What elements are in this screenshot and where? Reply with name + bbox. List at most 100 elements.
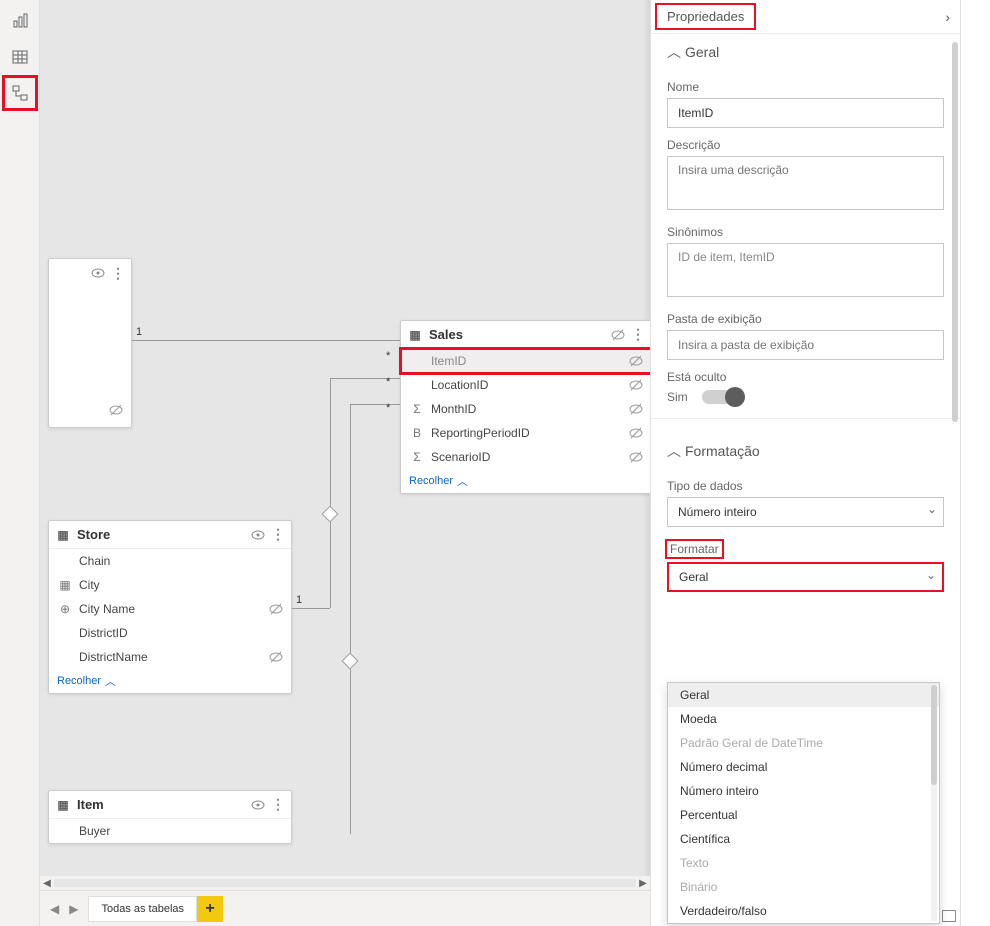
label-name: Nome xyxy=(667,80,944,94)
hidden-toggle[interactable] xyxy=(702,390,742,404)
format-option[interactable]: Verdadeiro/falso xyxy=(668,899,939,923)
visible-icon[interactable] xyxy=(91,266,105,280)
format-dropdown: GeralMoedaPadrão Geral de DateTimeNúmero… xyxy=(667,682,940,924)
label-folder: Pasta de exibição xyxy=(667,312,944,326)
format-option: Padrão Geral de DateTime xyxy=(668,731,939,755)
hidden-icon[interactable] xyxy=(629,426,643,440)
field-name: LocationID xyxy=(431,378,488,392)
resize-icon[interactable] xyxy=(942,910,956,922)
synonyms-field[interactable] xyxy=(667,243,944,297)
horizontal-scrollbar[interactable]: ◀ ▶ xyxy=(40,876,650,890)
format-option[interactable]: Percentual xyxy=(668,803,939,827)
relationship-line[interactable] xyxy=(292,608,330,609)
hidden-yes-label: Sim xyxy=(667,390,688,404)
label-syn: Sinônimos xyxy=(667,225,944,239)
field-name: Chain xyxy=(79,554,110,568)
field-row[interactable]: DistrictID xyxy=(49,621,291,645)
relationship-line[interactable] xyxy=(350,404,400,405)
fields-pane-collapsed[interactable] xyxy=(960,0,990,926)
format-option[interactable]: Moeda xyxy=(668,707,939,731)
model-canvas[interactable]: ⋮ ▦ Sales ⋮ ItemIDLocationIDΣMonthIDBRep… xyxy=(40,0,650,926)
field-type-icon: B xyxy=(409,426,425,440)
field-type-icon: ▦ xyxy=(57,578,73,592)
relationship-line[interactable] xyxy=(330,378,331,608)
scroll-left-icon[interactable]: ◀ xyxy=(40,878,54,889)
label-format: Formatar xyxy=(667,541,722,557)
display-folder-field[interactable] xyxy=(667,330,944,360)
section-general[interactable]: ︿Geral xyxy=(667,34,944,70)
tab-all-tables[interactable]: Todas as tabelas xyxy=(88,896,197,922)
field-name: City xyxy=(79,578,100,592)
format-option[interactable]: Número inteiro xyxy=(668,779,939,803)
format-option[interactable]: Científica xyxy=(668,827,939,851)
filter-direction-icon xyxy=(322,506,339,523)
hidden-icon[interactable] xyxy=(629,378,643,392)
table-title: Item xyxy=(77,797,104,812)
format-select[interactable]: Geral⌄ xyxy=(667,562,944,592)
hidden-icon[interactable] xyxy=(109,403,123,417)
field-row[interactable]: Buyer xyxy=(49,819,291,843)
collapse-link[interactable]: Recolher︿ xyxy=(49,669,291,693)
more-icon[interactable]: ⋮ xyxy=(111,265,125,282)
field-name: ItemID xyxy=(431,354,466,368)
more-icon[interactable]: ⋮ xyxy=(631,326,645,343)
field-name: ScenarioID xyxy=(431,450,490,464)
hidden-icon[interactable] xyxy=(269,602,283,616)
chevron-down-icon: ⌄ xyxy=(927,502,937,516)
field-type-icon: ⊕ xyxy=(57,602,73,616)
tab-prev-icon[interactable]: ◀ xyxy=(50,902,59,916)
table-card-sales[interactable]: ▦ Sales ⋮ ItemIDLocationIDΣMonthIDBRepor… xyxy=(400,320,650,494)
collapse-pane-icon[interactable]: › xyxy=(935,9,960,25)
view-rail xyxy=(0,0,40,926)
more-icon[interactable]: ⋮ xyxy=(271,526,285,543)
cardinality-one: 1 xyxy=(136,326,142,338)
format-option[interactable]: Número decimal xyxy=(668,755,939,779)
hidden-icon[interactable] xyxy=(629,354,643,368)
more-icon[interactable]: ⋮ xyxy=(271,796,285,813)
visible-icon[interactable] xyxy=(251,528,265,542)
table-icon: ▦ xyxy=(55,528,71,542)
hidden-icon[interactable] xyxy=(629,402,643,416)
properties-title: Propriedades xyxy=(655,3,756,30)
data-view-icon[interactable] xyxy=(5,42,35,72)
label-hidden: Está oculto xyxy=(667,370,944,384)
relationship-line[interactable] xyxy=(350,404,351,834)
tab-add-button[interactable]: + xyxy=(197,896,223,922)
dropdown-scrollbar[interactable] xyxy=(931,685,937,785)
field-row[interactable]: Chain xyxy=(49,549,291,573)
field-name: DistrictName xyxy=(79,650,148,664)
name-field[interactable] xyxy=(667,98,944,128)
field-name: MonthID xyxy=(431,402,476,416)
table-card-unknown[interactable]: ⋮ xyxy=(48,258,132,428)
cardinality-many: * xyxy=(386,350,390,362)
table-card-item[interactable]: ▦ Item ⋮ Buyer xyxy=(48,790,292,844)
field-row[interactable]: ItemID xyxy=(401,349,650,373)
visible-icon[interactable] xyxy=(251,798,265,812)
report-view-icon[interactable] xyxy=(5,6,35,36)
field-row[interactable]: ⊕City Name xyxy=(49,597,291,621)
relationship-line[interactable] xyxy=(132,340,400,341)
model-view-icon[interactable] xyxy=(5,78,35,108)
page-tabstrip: ◀ ▶ Todas as tabelas + xyxy=(40,890,650,926)
field-row[interactable]: Σ MonthID xyxy=(401,397,650,421)
hidden-icon[interactable] xyxy=(611,328,625,342)
description-field[interactable] xyxy=(667,156,944,210)
field-name: ReportingPeriodID xyxy=(431,426,530,440)
tab-next-icon[interactable]: ▶ xyxy=(69,902,78,916)
hidden-icon[interactable] xyxy=(269,650,283,664)
format-option[interactable]: Geral xyxy=(668,683,939,707)
field-row[interactable]: ΣScenarioID xyxy=(401,445,650,469)
field-row[interactable]: B ReportingPeriodID xyxy=(401,421,650,445)
datatype-select[interactable]: Número inteiro⌄ xyxy=(667,497,944,527)
field-row[interactable]: DistrictName xyxy=(49,645,291,669)
field-row[interactable]: LocationID xyxy=(401,373,650,397)
table-card-store[interactable]: ▦ Store ⋮ Chain ▦ City ⊕City NameDistrictID… xyxy=(48,520,292,694)
section-formatting[interactable]: ︿Formatação xyxy=(667,433,944,469)
hidden-icon[interactable] xyxy=(629,450,643,464)
scroll-right-icon[interactable]: ▶ xyxy=(636,878,650,889)
field-type-icon: Σ xyxy=(409,402,425,416)
properties-scrollbar[interactable] xyxy=(952,42,958,422)
table-title: Store xyxy=(77,527,110,542)
collapse-link[interactable]: Recolher︿ xyxy=(401,469,650,493)
field-row[interactable]: ▦ City xyxy=(49,573,291,597)
